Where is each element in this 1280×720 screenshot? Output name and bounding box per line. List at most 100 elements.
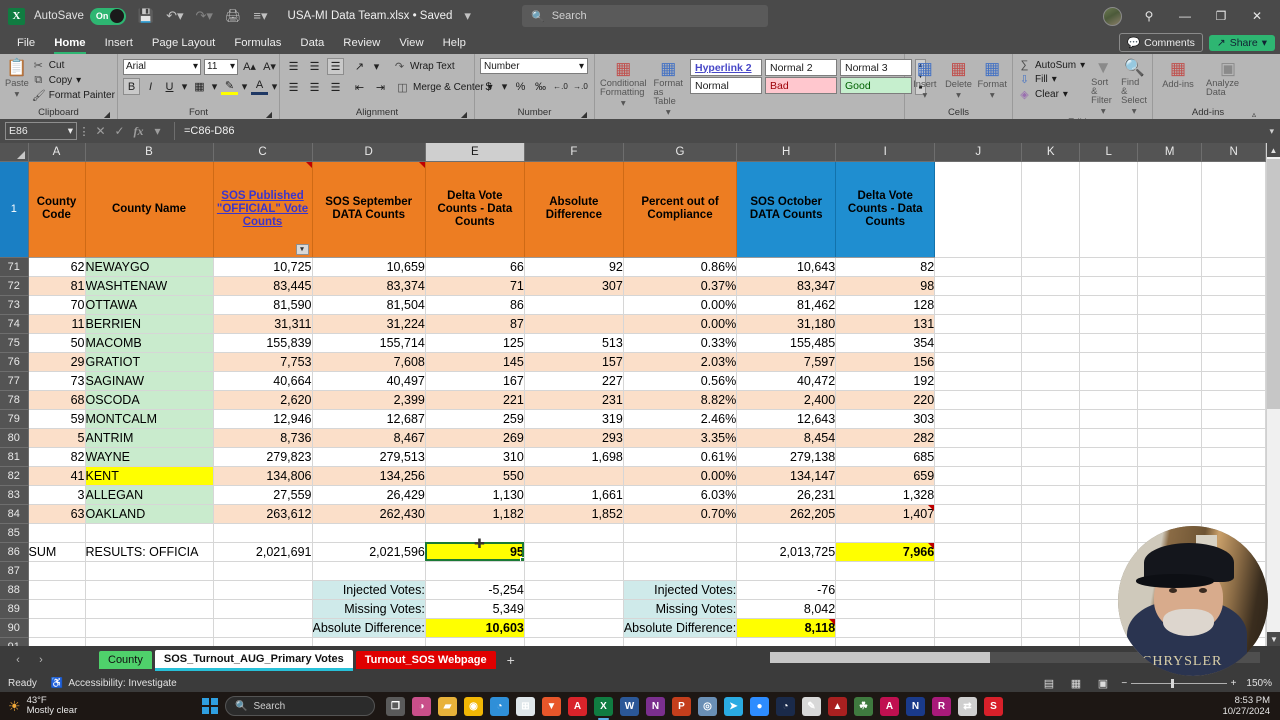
prev-sheet-button[interactable]: ‹ bbox=[8, 654, 28, 666]
cell-D78[interactable]: 2,399 bbox=[312, 390, 426, 410]
cell-D81[interactable]: 279,513 bbox=[312, 447, 426, 467]
cell-B80[interactable]: ANTRIM bbox=[85, 428, 214, 448]
cell-B89[interactable] bbox=[85, 599, 214, 619]
currency-format-button[interactable]: $ bbox=[480, 78, 497, 95]
normal-view-button[interactable]: ▤ bbox=[1040, 676, 1057, 690]
taskbar-clock[interactable]: 8:53 PM 10/27/2024 bbox=[1222, 695, 1270, 717]
format-painter-button[interactable]: 🖌 Format Painter bbox=[32, 89, 115, 102]
zoom-out-icon[interactable]: − bbox=[1121, 678, 1127, 689]
tab-insert[interactable]: Insert bbox=[96, 34, 142, 53]
cell-G83[interactable]: 6.03% bbox=[623, 485, 738, 505]
cell-K88[interactable] bbox=[1021, 580, 1081, 600]
column-header-H[interactable]: H bbox=[736, 143, 837, 162]
cell-J81[interactable] bbox=[934, 447, 1023, 467]
restore-button[interactable]: ❐ bbox=[1204, 0, 1238, 32]
word-icon[interactable]: W bbox=[620, 696, 639, 716]
cell-B91[interactable] bbox=[85, 637, 214, 646]
cell-F76[interactable]: 157 bbox=[524, 352, 624, 372]
conditional-formatting-button[interactable]: ▦ Conditional Formatting ▾ bbox=[600, 59, 647, 109]
cell-K71[interactable] bbox=[1021, 257, 1081, 277]
cell-G74[interactable]: 0.00% bbox=[623, 314, 738, 334]
cell-K87[interactable] bbox=[1021, 561, 1081, 581]
column-header-M[interactable]: M bbox=[1137, 143, 1203, 162]
cell-H87[interactable] bbox=[736, 561, 837, 581]
align-center-button[interactable]: ☰ bbox=[306, 79, 323, 96]
cell-A87[interactable] bbox=[28, 561, 86, 581]
cell-A84[interactable]: 63 bbox=[28, 504, 86, 524]
cell-K91[interactable] bbox=[1021, 637, 1081, 646]
cell-E76[interactable]: 145 bbox=[425, 352, 525, 372]
cell-E78[interactable]: 221 bbox=[425, 390, 525, 410]
cell-J80[interactable] bbox=[934, 428, 1023, 448]
cell-F90[interactable] bbox=[524, 618, 624, 638]
row-header-88[interactable]: 88 bbox=[0, 580, 29, 600]
cell-E80[interactable]: 269 bbox=[425, 428, 525, 448]
cell-I89[interactable] bbox=[835, 599, 936, 619]
cell-D76[interactable]: 7,608 bbox=[312, 352, 426, 372]
cell-I77[interactable]: 192 bbox=[835, 371, 936, 391]
cell-E90[interactable]: 10,603 bbox=[425, 618, 525, 638]
cell-M76[interactable] bbox=[1137, 352, 1203, 372]
cell-A77[interactable]: 73 bbox=[28, 371, 86, 391]
cell-A81[interactable]: 82 bbox=[28, 447, 86, 467]
redo-icon[interactable]: ↷▾ bbox=[195, 8, 212, 24]
cell-D74[interactable]: 31,224 bbox=[312, 314, 426, 334]
add-sheet-button[interactable]: + bbox=[507, 652, 515, 668]
tab-view[interactable]: View bbox=[390, 34, 432, 53]
cell-D87[interactable] bbox=[312, 561, 426, 581]
cell-G87[interactable] bbox=[623, 561, 738, 581]
cell-K73[interactable] bbox=[1021, 295, 1081, 315]
cell-J91[interactable] bbox=[934, 637, 1023, 646]
search-input[interactable]: 🔍 Search bbox=[522, 5, 768, 27]
cell-A74[interactable]: 11 bbox=[28, 314, 86, 334]
autosave-toggle[interactable]: On bbox=[89, 7, 126, 25]
cell-H82[interactable]: 134,147 bbox=[736, 466, 837, 486]
column-header-J[interactable]: J bbox=[934, 143, 1023, 162]
cell-G81[interactable]: 0.61% bbox=[623, 447, 738, 467]
cell-N1[interactable] bbox=[1201, 161, 1267, 258]
cell-K84[interactable] bbox=[1021, 504, 1081, 524]
cell-G91[interactable] bbox=[623, 637, 738, 646]
cell-I87[interactable] bbox=[835, 561, 936, 581]
row-header-74[interactable]: 74 bbox=[0, 314, 29, 334]
cell-C78[interactable]: 2,620 bbox=[213, 390, 313, 410]
cell-C82[interactable]: 134,806 bbox=[213, 466, 313, 486]
chevron-down-icon[interactable]: ▾ bbox=[240, 78, 249, 95]
onenote-icon[interactable]: N bbox=[646, 696, 665, 716]
row-header-83[interactable]: 83 bbox=[0, 485, 29, 505]
taskbar-search-input[interactable]: 🔍 Search bbox=[225, 696, 375, 716]
cell-L82[interactable] bbox=[1079, 466, 1139, 486]
row-header-86[interactable]: 86 bbox=[0, 542, 29, 562]
cell-B79[interactable]: MONTCALM bbox=[85, 409, 214, 429]
page-break-view-button[interactable]: ▣ bbox=[1094, 676, 1111, 690]
autosum-button[interactable]: ∑ AutoSum ▾ bbox=[1018, 59, 1086, 71]
cell-J84[interactable] bbox=[934, 504, 1023, 524]
cell-C81[interactable]: 279,823 bbox=[213, 447, 313, 467]
sheet-tab-turnout-sos-webpage[interactable]: Turnout_SOS Webpage bbox=[355, 651, 496, 669]
cell-K80[interactable] bbox=[1021, 428, 1081, 448]
cell-M71[interactable] bbox=[1137, 257, 1203, 277]
cell-A73[interactable]: 70 bbox=[28, 295, 86, 315]
microsoft-store-icon[interactable]: ⊞ bbox=[516, 696, 535, 716]
row-header-78[interactable]: 78 bbox=[0, 390, 29, 410]
cell-M83[interactable] bbox=[1137, 485, 1203, 505]
next-sheet-button[interactable]: › bbox=[31, 654, 51, 666]
vertical-scrollbar[interactable]: ▲ ▼ bbox=[1266, 143, 1280, 646]
cell-E77[interactable]: 167 bbox=[425, 371, 525, 391]
tree-app-icon[interactable]: ☘ bbox=[854, 696, 873, 716]
cell-M72[interactable] bbox=[1137, 276, 1203, 296]
cell-N74[interactable] bbox=[1201, 314, 1267, 334]
cell-L83[interactable] bbox=[1079, 485, 1139, 505]
cell-A78[interactable]: 68 bbox=[28, 390, 86, 410]
format-cells-button[interactable]: ▦ Format ▾ bbox=[977, 59, 1007, 101]
cell-A90[interactable] bbox=[28, 618, 86, 638]
cell-H77[interactable]: 40,472 bbox=[736, 371, 837, 391]
cell-D71[interactable]: 10,659 bbox=[312, 257, 426, 277]
cell-N78[interactable] bbox=[1201, 390, 1267, 410]
cell-M75[interactable] bbox=[1137, 333, 1203, 353]
row-header-81[interactable]: 81 bbox=[0, 447, 29, 467]
chevron-down-icon[interactable]: ▾ bbox=[270, 78, 279, 95]
cell-F73[interactable] bbox=[524, 295, 624, 315]
editor-icon[interactable]: ▲ bbox=[828, 696, 847, 716]
cell-D84[interactable]: 262,430 bbox=[312, 504, 426, 524]
